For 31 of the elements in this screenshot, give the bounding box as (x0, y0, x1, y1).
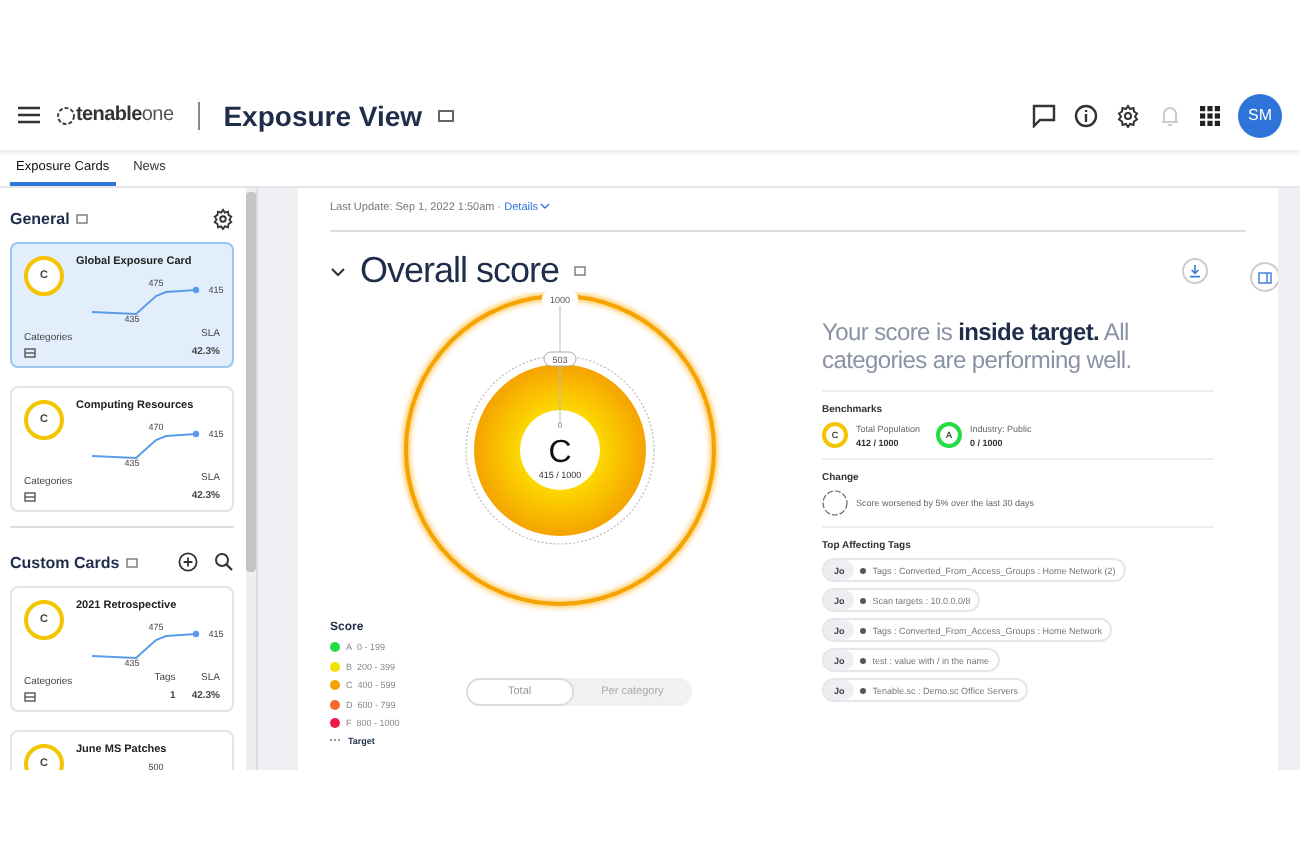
current-point-icon (192, 430, 200, 438)
download-icon[interactable] (1182, 258, 1208, 284)
category-icon (24, 348, 36, 358)
chevron-down-icon[interactable] (330, 265, 346, 277)
logo-icon (56, 105, 76, 125)
sparkline (91, 633, 197, 659)
sparkline (91, 433, 197, 459)
score-summary: Your score is inside target. All categories are performing well. (822, 318, 1214, 392)
section-title: General (10, 209, 70, 227)
menu-icon[interactable] (18, 106, 40, 124)
panel-icon (1258, 271, 1272, 283)
dashed-line-icon (330, 738, 342, 742)
current-point-icon (192, 630, 200, 638)
settings-icon[interactable] (1116, 103, 1140, 127)
add-icon[interactable] (178, 552, 198, 572)
section-title: Custom Cards (10, 553, 120, 571)
side-panel-button[interactable] (1250, 262, 1278, 292)
trend-icon (822, 490, 848, 516)
apps-grid-icon[interactable] (1200, 105, 1220, 125)
score-grade: C (548, 436, 572, 470)
category-icon (24, 692, 36, 702)
sparkline (91, 289, 197, 315)
user-avatar[interactable]: SM (1238, 93, 1282, 137)
category-icon (24, 492, 36, 502)
section-title: Overall score (360, 250, 560, 292)
search-icon[interactable] (214, 552, 234, 572)
chat-icon[interactable] (1032, 103, 1056, 127)
brand-name: tenableone (76, 104, 174, 126)
current-point-icon (192, 286, 200, 294)
page-title: Exposure View (223, 99, 423, 131)
settings-icon[interactable] (212, 207, 234, 229)
